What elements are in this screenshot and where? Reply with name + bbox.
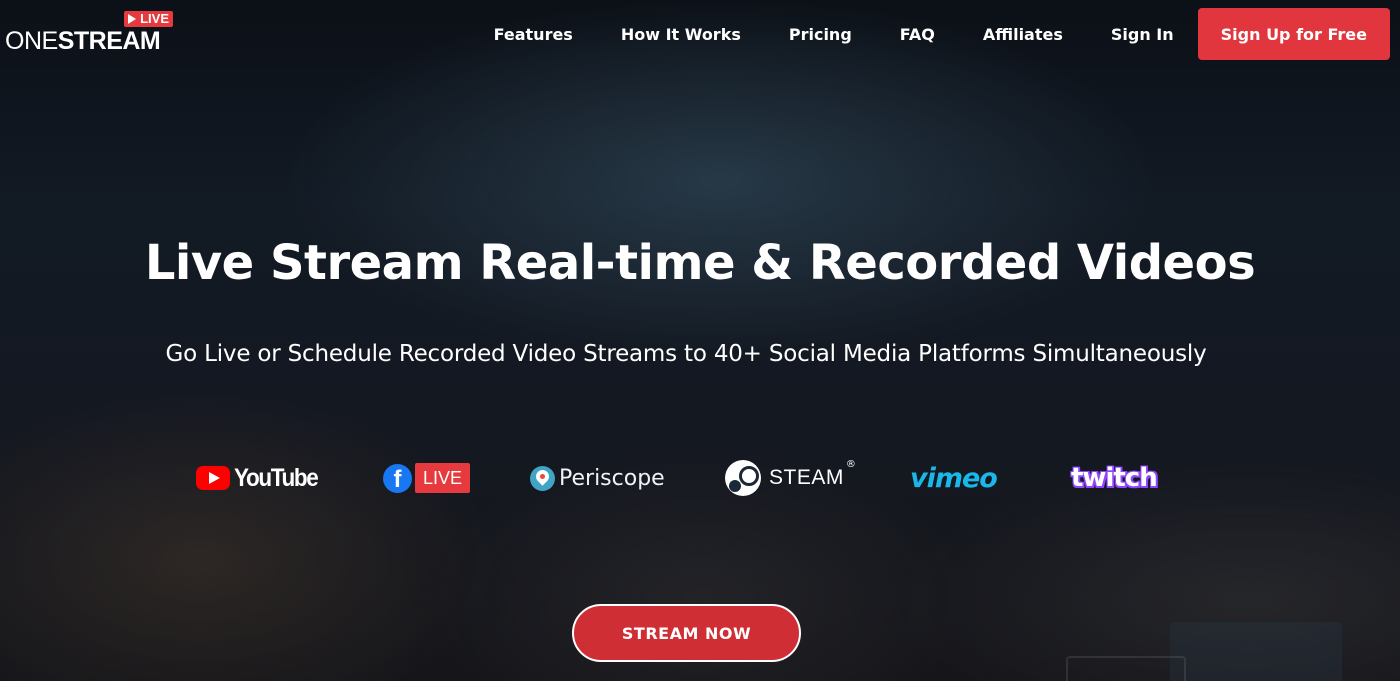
site-header: LIVE ONESTREAM Features How It Works Pri… bbox=[0, 0, 1400, 70]
twitch-label: twitch bbox=[1070, 462, 1159, 494]
platform-logos: YouTube f LIVE Periscope STEAM ® vimeo t… bbox=[0, 455, 1400, 501]
hero-subtitle: Go Live or Schedule Recorded Video Strea… bbox=[165, 341, 1207, 367]
facebook-icon: f bbox=[383, 463, 412, 493]
periscope-label: Periscope bbox=[559, 465, 665, 491]
steam-registered-mark: ® bbox=[845, 458, 856, 470]
steam-label: STEAM bbox=[769, 466, 844, 489]
logo-wordmark: ONESTREAM bbox=[5, 27, 161, 55]
steam-logo: STEAM ® bbox=[725, 455, 856, 501]
nav-link-how-it-works[interactable]: How It Works bbox=[621, 25, 741, 44]
steam-icon bbox=[725, 460, 761, 496]
periscope-logo: Periscope bbox=[530, 455, 665, 501]
facebook-live-logo: f LIVE bbox=[383, 455, 471, 501]
play-icon bbox=[128, 14, 137, 24]
main-nav: Features How It Works Pricing FAQ Affili… bbox=[494, 8, 1390, 60]
onestream-logo[interactable]: LIVE ONESTREAM bbox=[5, 10, 175, 56]
vimeo-label: vimeo bbox=[910, 462, 998, 494]
twitch-logo: twitch bbox=[1070, 455, 1159, 501]
logo-live-badge: LIVE bbox=[124, 11, 173, 27]
background-frame-decoration bbox=[1066, 656, 1186, 681]
nav-link-features[interactable]: Features bbox=[494, 25, 573, 44]
vimeo-logo: vimeo bbox=[910, 455, 998, 501]
facebook-live-label: LIVE bbox=[415, 463, 471, 493]
nav-link-faq[interactable]: FAQ bbox=[900, 25, 935, 44]
nav-link-affiliates[interactable]: Affiliates bbox=[983, 25, 1063, 44]
nav-link-sign-in[interactable]: Sign In bbox=[1111, 25, 1174, 44]
stream-now-button[interactable]: STREAM NOW bbox=[572, 604, 801, 662]
logo-word-one: ONE bbox=[5, 27, 58, 55]
logo-live-text: LIVE bbox=[140, 11, 169, 26]
logo-word-stream: STREAM bbox=[57, 27, 161, 55]
hero-title: Live Stream Real-time & Recorded Videos bbox=[144, 235, 1256, 291]
background-screen-decoration bbox=[1170, 622, 1342, 681]
nav-link-pricing[interactable]: Pricing bbox=[789, 25, 852, 44]
youtube-play-icon bbox=[196, 466, 230, 490]
youtube-logo: YouTube bbox=[196, 455, 327, 501]
periscope-icon bbox=[530, 465, 555, 491]
youtube-label: YouTube bbox=[234, 463, 319, 492]
sign-up-button[interactable]: Sign Up for Free bbox=[1197, 8, 1390, 60]
